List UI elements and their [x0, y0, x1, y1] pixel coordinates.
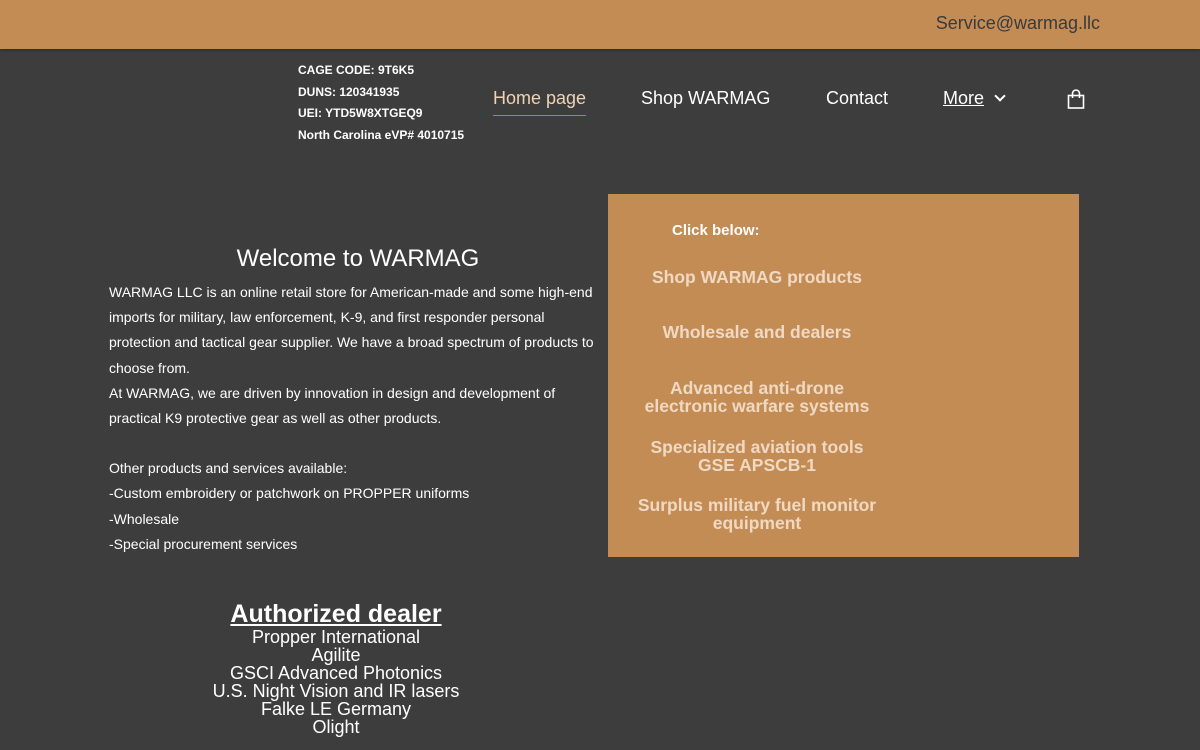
nav-more[interactable]: More [943, 88, 1006, 109]
shop-products-link[interactable]: Shop WARMAG products [608, 268, 906, 286]
shop-products-text: Shop WARMAG products [652, 267, 862, 287]
shopping-bag-icon[interactable] [1067, 89, 1085, 109]
service-item: -Special procurement services [109, 535, 298, 552]
main-nav: Home page Shop WARMAG Contact More [0, 88, 1200, 120]
click-below-label: Click below: [672, 222, 760, 239]
anti-drone-text-line1: Advanced anti-drone [669, 378, 845, 398]
anti-drone-link[interactable]: Advanced anti-drone electronic warfare s… [608, 379, 906, 415]
intro-paragraph: WARMAG LLC is an online retail store for… [109, 284, 594, 376]
nav-shop-warmag[interactable]: Shop WARMAG [641, 88, 770, 109]
top-bar: Service@warmag.llc [0, 0, 1200, 49]
authorized-dealer-heading: Authorized dealer [230, 600, 442, 628]
other-products-heading: Other products and services available: [109, 460, 348, 477]
nav-home-page[interactable]: Home page [493, 88, 587, 116]
cage-code: CAGE CODE: 9T6K5 [298, 63, 415, 77]
fuel-monitor-text-line2: equipment [712, 513, 802, 533]
aviation-tools-link[interactable]: Specialized aviation tools GSE APSCB-1 [608, 438, 906, 474]
innovation-paragraph: At WARMAG, we are driven by innovation i… [109, 384, 556, 427]
fuel-monitor-link[interactable]: Surplus military fuel monitor equipment [608, 496, 906, 532]
dealer-item: Falke LE Germany [260, 699, 412, 719]
welcome-text: WARMAG LLC is an online retail store for… [109, 280, 609, 557]
authorized-dealer-section: Authorized dealer Propper International … [186, 600, 486, 736]
wholesale-dealers-text: Wholesale and dealers [662, 322, 852, 342]
nav-contact[interactable]: Contact [826, 88, 888, 109]
nav-more-label: More [943, 88, 985, 108]
dealer-item: U.S. Night Vision and IR lasers [212, 681, 460, 701]
evp-number: North Carolina eVP# 4010715 [298, 127, 465, 142]
fuel-monitor-text-line1: Surplus military fuel monitor [637, 495, 877, 515]
dealer-item: Agilite [311, 645, 361, 665]
chevron-down-icon [994, 90, 1006, 102]
service-item: -Custom embroidery or patchwork on PROPP… [109, 485, 470, 502]
dealer-item: Propper International [251, 627, 421, 647]
dealer-item: GSCI Advanced Photonics [229, 663, 443, 683]
welcome-heading: Welcome to WARMAG [236, 245, 480, 272]
dealer-item: Olight [312, 717, 360, 737]
aviation-tools-text-line2: GSE APSCB-1 [698, 455, 816, 475]
service-item: -Wholesale [109, 510, 180, 527]
aviation-tools-text-line1: Specialized aviation tools [650, 437, 864, 457]
service-email-link[interactable]: Service@warmag.llc [936, 13, 1100, 34]
quick-links-panel: Click below: Shop WARMAG products Wholes… [608, 194, 1079, 557]
wholesale-dealers-link[interactable]: Wholesale and dealers [608, 323, 906, 341]
anti-drone-text-line2: electronic warfare systems [644, 396, 870, 416]
